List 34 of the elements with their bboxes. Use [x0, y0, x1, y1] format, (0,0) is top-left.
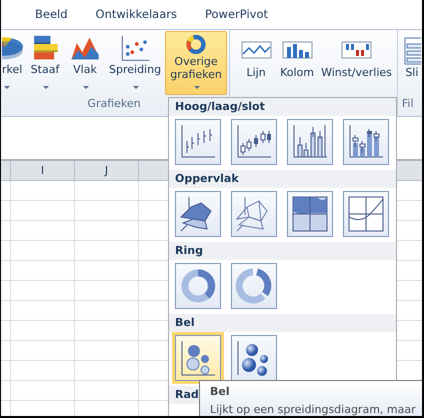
chart-button[interactable]: rkel	[1, 31, 25, 95]
ribbon-tab[interactable]: Ontwikkelaars	[82, 6, 191, 24]
chart-button[interactable]: Lijn	[236, 31, 276, 95]
chart-type-button[interactable]	[231, 335, 277, 381]
chart-button[interactable]: Overige grafieken	[165, 31, 228, 95]
section-header: Oppervlak	[169, 170, 396, 188]
chart-button[interactable]: Spreiding	[106, 31, 164, 95]
column-header[interactable]: I	[11, 161, 75, 180]
section-header: Hoog/laag/slot	[169, 98, 396, 116]
tooltip-text: Lijkt op een spreidingsdiagram, maar	[210, 402, 416, 416]
chart-type-button[interactable]	[231, 263, 277, 309]
chart-button[interactable]: Kolom	[277, 31, 318, 95]
column-header[interactable]: J	[75, 161, 139, 180]
ribbon-tab[interactable]: Beeld	[21, 6, 82, 24]
chart-button[interactable]: Sli	[402, 31, 422, 95]
chart-type-button[interactable]	[175, 335, 221, 381]
chart-type-button[interactable]	[175, 119, 221, 165]
section-header: Ring	[169, 242, 396, 260]
chart-type-button[interactable]	[231, 191, 277, 237]
chart-type-button[interactable]	[175, 263, 221, 309]
section-header: Bel	[169, 314, 396, 332]
group-label: Grafieken	[87, 97, 141, 110]
chart-button[interactable]: Staaf	[26, 31, 64, 95]
chart-type-button[interactable]	[287, 119, 333, 165]
chart-button[interactable]: Vlak	[65, 31, 105, 95]
chart-type-button[interactable]	[287, 191, 333, 237]
group-label: Fil	[402, 97, 414, 110]
chart-type-button[interactable]	[343, 119, 389, 165]
chart-type-button[interactable]	[231, 119, 277, 165]
chart-type-button[interactable]	[175, 191, 221, 237]
tooltip-title: Bel	[210, 384, 231, 400]
ribbon-tab[interactable]: PowerPivot	[191, 6, 282, 24]
chart-button[interactable]: Winst/verlies	[318, 31, 395, 95]
chart-type-button[interactable]	[343, 191, 389, 237]
